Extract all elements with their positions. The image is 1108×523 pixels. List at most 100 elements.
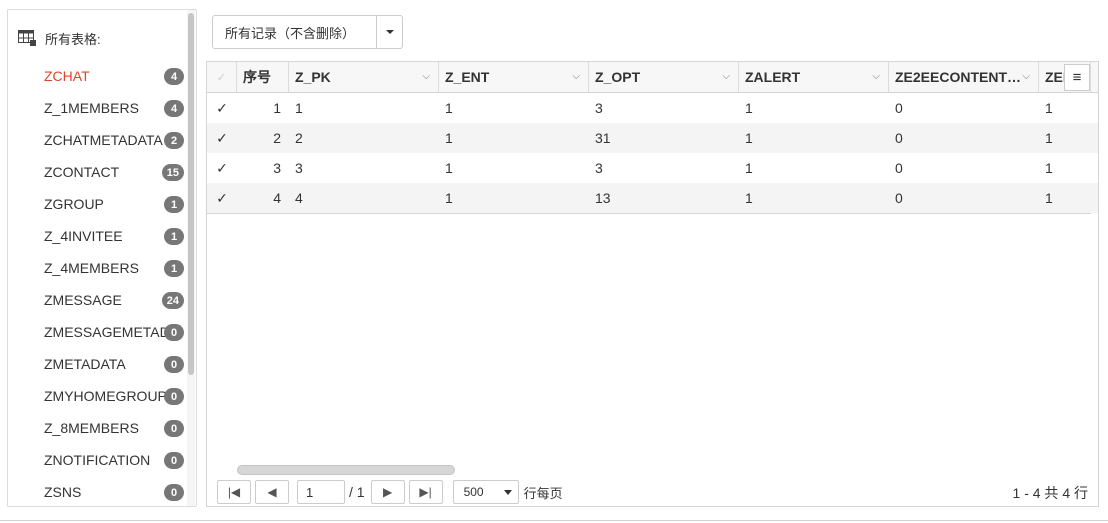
sort-chevron-icon[interactable]: ⌵ <box>572 71 580 82</box>
sidebar-item-label: Z_4MEMBERS <box>44 260 139 276</box>
count-badge: 1 <box>164 260 184 277</box>
next-page-icon: ▶ <box>382 485 393 499</box>
pager: |◀ ◀ / 1 ▶ ▶| 500 行每页 <box>217 479 563 505</box>
cell-zalert: 1 <box>745 190 753 206</box>
cell-seq: 2 <box>273 130 281 146</box>
column-header-z_pk[interactable]: Z_PK ⌵ <box>289 62 439 92</box>
sidebar-item-label: ZCHATMETADATA <box>44 132 163 148</box>
column-header-label: 序号 <box>243 69 271 85</box>
column-header-check[interactable]: ✓ <box>207 62 237 92</box>
table-row[interactable]: ✓ 1 1 1 3 1 0 1 <box>207 93 1098 123</box>
caret-down-icon <box>385 30 394 34</box>
last-page-icon: ▶| <box>419 485 432 499</box>
row-check-icon[interactable]: ✓ <box>207 123 237 153</box>
sidebar-item-label: ZMYHOMEGROUP <box>44 388 167 404</box>
cell-z_ent: 1 <box>445 190 453 206</box>
cell-seq: 4 <box>273 190 281 206</box>
sidebar-item-z_8members[interactable]: Z_8MEMBERS 0 <box>8 412 188 444</box>
record-filter-dropdown[interactable]: 所有记录（不含删除） <box>212 15 403 49</box>
sidebar-item-zgroup[interactable]: ZGROUP 1 <box>8 188 188 220</box>
count-badge: 0 <box>164 388 184 405</box>
sidebar-scrollbar-thumb[interactable] <box>188 13 194 375</box>
cell-z_ent: 1 <box>445 160 453 176</box>
sidebar-item-zmessagemetadata[interactable]: ZMESSAGEMETADATA0 <box>8 316 188 348</box>
sidebar-item-zmyhomegroup[interactable]: ZMYHOMEGROUP 0 <box>8 380 188 412</box>
prev-page-button[interactable]: ◀ <box>255 480 289 504</box>
column-header-label: ZE2EECONTENTTYPE <box>895 69 1025 85</box>
sidebar-item-zchat[interactable]: ZCHAT 4 <box>8 60 188 92</box>
sidebar-item-zsns[interactable]: ZSNS 0 <box>8 476 188 506</box>
cell-zalert: 1 <box>745 130 753 146</box>
count-badge: 0 <box>164 356 184 373</box>
horizontal-scrollbar-thumb[interactable] <box>237 465 455 475</box>
count-badge: 15 <box>161 164 184 181</box>
cell-ze2ee: 0 <box>895 100 903 116</box>
table-icon <box>18 30 36 46</box>
column-header-z_ent[interactable]: Z_ENT ⌵ <box>439 62 589 92</box>
sidebar-item-label: ZCHAT <box>44 68 90 84</box>
table-row[interactable]: ✓ 3 3 1 3 1 0 1 <box>207 153 1098 183</box>
cell-zen: 1 <box>1045 130 1053 146</box>
cell-seq: 3 <box>273 160 281 176</box>
select-all-check-icon[interactable]: ✓ <box>216 70 226 84</box>
cell-z_pk: 1 <box>295 100 303 116</box>
page-number-input[interactable] <box>297 480 345 504</box>
sort-chevron-icon[interactable]: ⌵ <box>422 71 430 82</box>
record-filter-toggle[interactable] <box>377 16 402 48</box>
count-badge: 4 <box>164 100 184 117</box>
row-check-icon[interactable]: ✓ <box>207 93 237 123</box>
sort-chevron-icon[interactable]: ⌵ <box>1022 71 1030 82</box>
sidebar-item-label: ZGROUP <box>44 196 104 212</box>
table-row[interactable]: ✓ 2 2 1 31 1 0 1 <box>207 123 1098 153</box>
prev-page-icon: ◀ <box>267 485 277 499</box>
first-page-button[interactable]: |◀ <box>217 480 251 504</box>
next-page-button[interactable]: ▶ <box>370 480 405 504</box>
column-header-z_opt[interactable]: Z_OPT ⌵ <box>589 62 739 92</box>
record-filter-label[interactable]: 所有记录（不含删除） <box>213 16 377 48</box>
count-badge: 1 <box>164 196 184 213</box>
sidebar-item-label: Z_1MEMBERS <box>44 100 139 116</box>
sidebar-item-z_4invitee[interactable]: Z_4INVITEE 1 <box>8 220 188 252</box>
row-check-icon[interactable]: ✓ <box>207 153 237 183</box>
last-page-button[interactable]: ▶| <box>408 480 443 504</box>
column-header-ze2ee[interactable]: ZE2EECONTENTTYPE⌵ <box>889 62 1039 92</box>
column-header-zalert[interactable]: ZALERT ⌵ <box>739 62 889 92</box>
page-total: / 1 <box>349 484 365 500</box>
sort-chevron-icon[interactable]: ⌵ <box>872 71 880 82</box>
sidebar-item-label: ZCONTACT <box>44 164 120 180</box>
record-range: 1 - 4 共 4 行 <box>1012 485 1088 501</box>
data-grid: ✓ 序号 Z_PK ⌵ Z_ENT ⌵ Z_OPT ⌵ ZALERT ⌵ ZE2EECONTENTT… <box>206 61 1099 507</box>
count-badge: 1 <box>164 228 184 245</box>
count-badge: 2 <box>164 132 184 149</box>
sidebar-item-zmessage[interactable]: ZMESSAGE 24 <box>8 284 188 316</box>
table-row[interactable]: ✓ 4 4 1 13 1 0 1 <box>207 183 1098 213</box>
cell-z_opt: 31 <box>595 130 611 146</box>
count-badge: 0 <box>164 452 184 469</box>
sort-chevron-icon[interactable]: ⌵ <box>722 71 730 82</box>
rows-divider <box>207 213 1091 214</box>
column-header-seq[interactable]: 序号 <box>237 62 289 92</box>
page-size-select[interactable]: 500 <box>452 480 519 504</box>
window-bottom-divider <box>0 520 1108 521</box>
cell-zalert: 1 <box>745 160 753 176</box>
sidebar-item-label: ZMESSAGE <box>44 292 122 308</box>
per-page-label: 行每页 <box>523 485 563 501</box>
sidebar-item-zcontact[interactable]: ZCONTACT 15 <box>8 156 188 188</box>
sidebar-item-znotification[interactable]: ZNOTIFICATION 0 <box>8 444 188 476</box>
cell-z_ent: 1 <box>445 130 453 146</box>
caret-down-icon <box>503 490 512 495</box>
column-menu-button[interactable]: ≡ <box>1064 64 1090 91</box>
sidebar-item-zchatmetadata[interactable]: ZCHATMETADATA 2 <box>8 124 188 156</box>
sidebar-item-zmetadata[interactable]: ZMETADATA 0 <box>8 348 188 380</box>
sidebar-item-z_4members[interactable]: Z_4MEMBERS 1 <box>8 252 188 284</box>
cell-ze2ee: 0 <box>895 130 903 146</box>
column-header-label: Z_ENT <box>445 69 490 85</box>
row-check-icon[interactable]: ✓ <box>207 183 237 213</box>
grid-header: ✓ 序号 Z_PK ⌵ Z_ENT ⌵ Z_OPT ⌵ ZALERT ⌵ ZE2EECONTENTT… <box>207 62 1098 93</box>
sidebar-item-z_1members[interactable]: Z_1MEMBERS 4 <box>8 92 188 124</box>
sidebar-item-label: ZNOTIFICATION <box>44 452 151 468</box>
cell-zen: 1 <box>1045 100 1053 116</box>
cell-z_pk: 2 <box>295 130 303 146</box>
cell-seq: 1 <box>273 100 281 116</box>
cell-zen: 1 <box>1045 190 1053 206</box>
